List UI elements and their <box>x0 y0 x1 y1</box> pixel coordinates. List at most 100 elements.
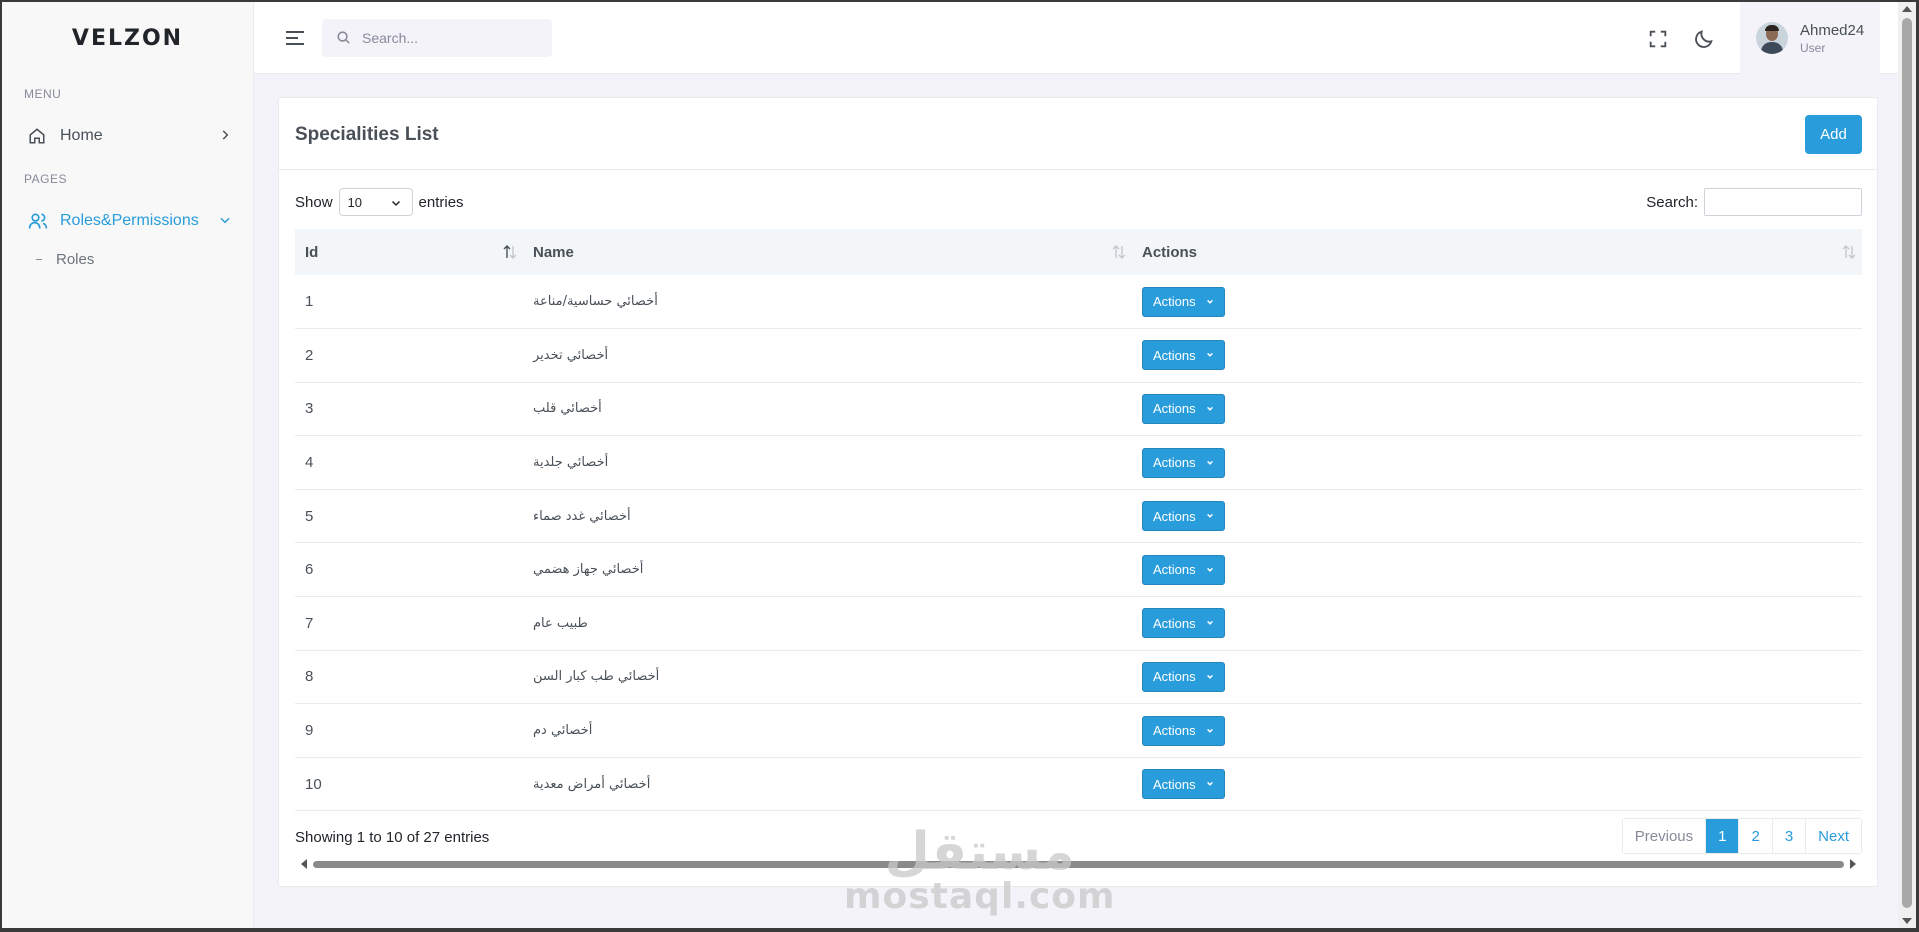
cell-id: 5 <box>305 507 314 525</box>
app-window: VELZON MENU Home PAGES Roles&Permissions… <box>2 2 1898 928</box>
actions-dropdown-button[interactable]: Actions <box>1142 286 1225 317</box>
sidebar-item-label: Roles&Permissions <box>60 212 199 229</box>
pagination-page-3[interactable]: 3 <box>1771 819 1806 853</box>
actions-dropdown-button[interactable]: Actions <box>1142 554 1225 585</box>
chevron-down-icon <box>390 197 402 209</box>
users-icon <box>28 211 48 231</box>
specialities-table: Id Name Actions 1 أخصائي حساسية/مناعة Ac… <box>295 229 1862 811</box>
column-header-name[interactable]: Name <box>523 229 1132 275</box>
search-input[interactable] <box>362 30 542 46</box>
page-length-select[interactable]: 10 <box>338 188 413 216</box>
cell-id: 4 <box>305 454 314 472</box>
table-info: Showing 1 to 10 of 27 entries <box>295 829 490 846</box>
cell-actions: Actions <box>1132 275 1862 329</box>
user-role: User <box>1800 40 1826 55</box>
cell-name: طبيب عام <box>533 615 588 631</box>
scrollbar-thumb[interactable] <box>1902 18 1912 908</box>
cell-name: أخصائي حساسية/مناعة <box>533 294 658 310</box>
sort-icon <box>1112 244 1126 260</box>
user-menu[interactable]: Ahmed24 User <box>1740 2 1880 74</box>
global-search <box>322 19 552 57</box>
actions-dropdown-button[interactable]: Actions <box>1142 608 1225 639</box>
chevron-down-icon <box>1206 514 1213 518</box>
cell-name: أخصائي غدد صماء <box>533 508 631 524</box>
cell-id: 7 <box>305 614 314 632</box>
user-info: Ahmed24 User <box>1800 22 1864 55</box>
card-header: Specialities List Add <box>279 98 1877 170</box>
column-header-actions[interactable]: Actions <box>1132 229 1862 275</box>
cell-id: 8 <box>305 668 314 686</box>
cell-actions: Actions <box>1132 329 1862 383</box>
pagination-page-1[interactable]: 1 <box>1705 819 1739 853</box>
cell-actions: Actions <box>1132 704 1862 758</box>
user-name: Ahmed24 <box>1800 21 1865 39</box>
show-label: Show <box>295 193 333 211</box>
search-icon <box>336 30 352 46</box>
table-row: 9 أخصائي دم Actions <box>295 704 1862 758</box>
scroll-up-arrow[interactable] <box>1902 6 1912 12</box>
cell-actions: Actions <box>1132 436 1862 490</box>
cell-name: أخصائي جهاز هضمي <box>533 562 644 578</box>
add-button[interactable]: Add <box>1805 115 1862 154</box>
chevron-down-icon <box>1206 299 1213 304</box>
scroll-right-arrow[interactable] <box>1850 859 1856 869</box>
menu-toggle-icon[interactable] <box>284 28 306 48</box>
chevron-down-icon <box>1206 728 1213 733</box>
chevron-down-icon <box>1206 567 1213 572</box>
sort-icon <box>1842 244 1856 260</box>
sidebar-item-label: Home <box>60 127 103 144</box>
pagination-previous[interactable]: Previous <box>1622 819 1706 853</box>
topbar: Ahmed24 User <box>254 2 1898 74</box>
table-row: 8 أخصائي طب كبار السن Actions <box>295 650 1862 704</box>
cell-name: أخصائي أمراض معدية <box>533 776 651 792</box>
cell-name: أخصائي جلدية <box>533 455 609 471</box>
actions-dropdown-button[interactable]: Actions <box>1142 393 1225 424</box>
pagination-next[interactable]: Next <box>1805 819 1861 853</box>
actions-dropdown-button[interactable]: Actions <box>1142 447 1225 478</box>
sidebar-item-roles-permissions[interactable]: Roles&Permissions <box>2 203 254 239</box>
cell-name: أخصائي طب كبار السن <box>533 669 660 685</box>
table-search-input[interactable] <box>1704 188 1862 216</box>
chevron-down-icon <box>1206 782 1213 786</box>
pages-section-title: PAGES <box>24 172 67 186</box>
chevron-down-icon <box>1206 353 1213 358</box>
cell-actions: Actions <box>1132 489 1862 543</box>
dark-mode-icon[interactable] <box>1693 28 1715 50</box>
fullscreen-icon[interactable] <box>1647 28 1669 50</box>
column-header-id[interactable]: Id <box>295 229 523 275</box>
vertical-scrollbar[interactable] <box>1898 2 1916 928</box>
entries-label: entries <box>418 193 464 211</box>
actions-dropdown-button[interactable]: Actions <box>1142 501 1225 532</box>
sidebar-subitem-roles[interactable]: Roles <box>36 251 94 268</box>
specialities-card: Specialities List Add Show 10 entries Se… <box>278 97 1878 887</box>
actions-dropdown-button[interactable]: Actions <box>1142 769 1225 800</box>
chevron-down-icon <box>1206 621 1213 626</box>
page-length-control: Show 10 entries <box>295 188 464 216</box>
scroll-down-arrow[interactable] <box>1902 918 1912 924</box>
chevron-down-icon <box>1206 406 1213 411</box>
cell-name: أخصائي تخدير <box>533 347 609 363</box>
actions-dropdown-button[interactable]: Actions <box>1142 661 1225 692</box>
table-row: 7 طبيب عام Actions <box>295 597 1862 651</box>
scroll-left-arrow[interactable] <box>301 859 307 869</box>
sort-ascending-icon <box>503 244 517 260</box>
cell-name: أخصائي دم <box>533 723 593 739</box>
watermark-arabic: مستقل <box>884 822 1075 882</box>
chevron-down-icon <box>1206 460 1213 465</box>
actions-dropdown-button[interactable]: Actions <box>1142 715 1225 746</box>
pagination-page-2[interactable]: 2 <box>1738 819 1772 853</box>
cell-id: 1 <box>305 293 314 311</box>
brand-logo[interactable]: VELZON <box>2 2 253 74</box>
table-row: 10 أخصائي أمراض معدية Actions <box>295 757 1862 811</box>
pagination: Previous 1 2 3 Next <box>1621 818 1862 854</box>
sidebar-subitem-label: Roles <box>56 251 95 268</box>
cell-name: أخصائي قلب <box>533 401 602 417</box>
avatar <box>1756 22 1788 54</box>
watermark-latin: mostaql.com <box>844 876 1116 917</box>
sidebar-item-home[interactable]: Home <box>2 118 254 154</box>
actions-dropdown-button[interactable]: Actions <box>1142 340 1225 371</box>
chevron-down-icon <box>218 213 232 227</box>
page-title: Specialities List <box>295 124 439 145</box>
cell-id: 6 <box>305 561 314 579</box>
cell-actions: Actions <box>1132 757 1862 811</box>
